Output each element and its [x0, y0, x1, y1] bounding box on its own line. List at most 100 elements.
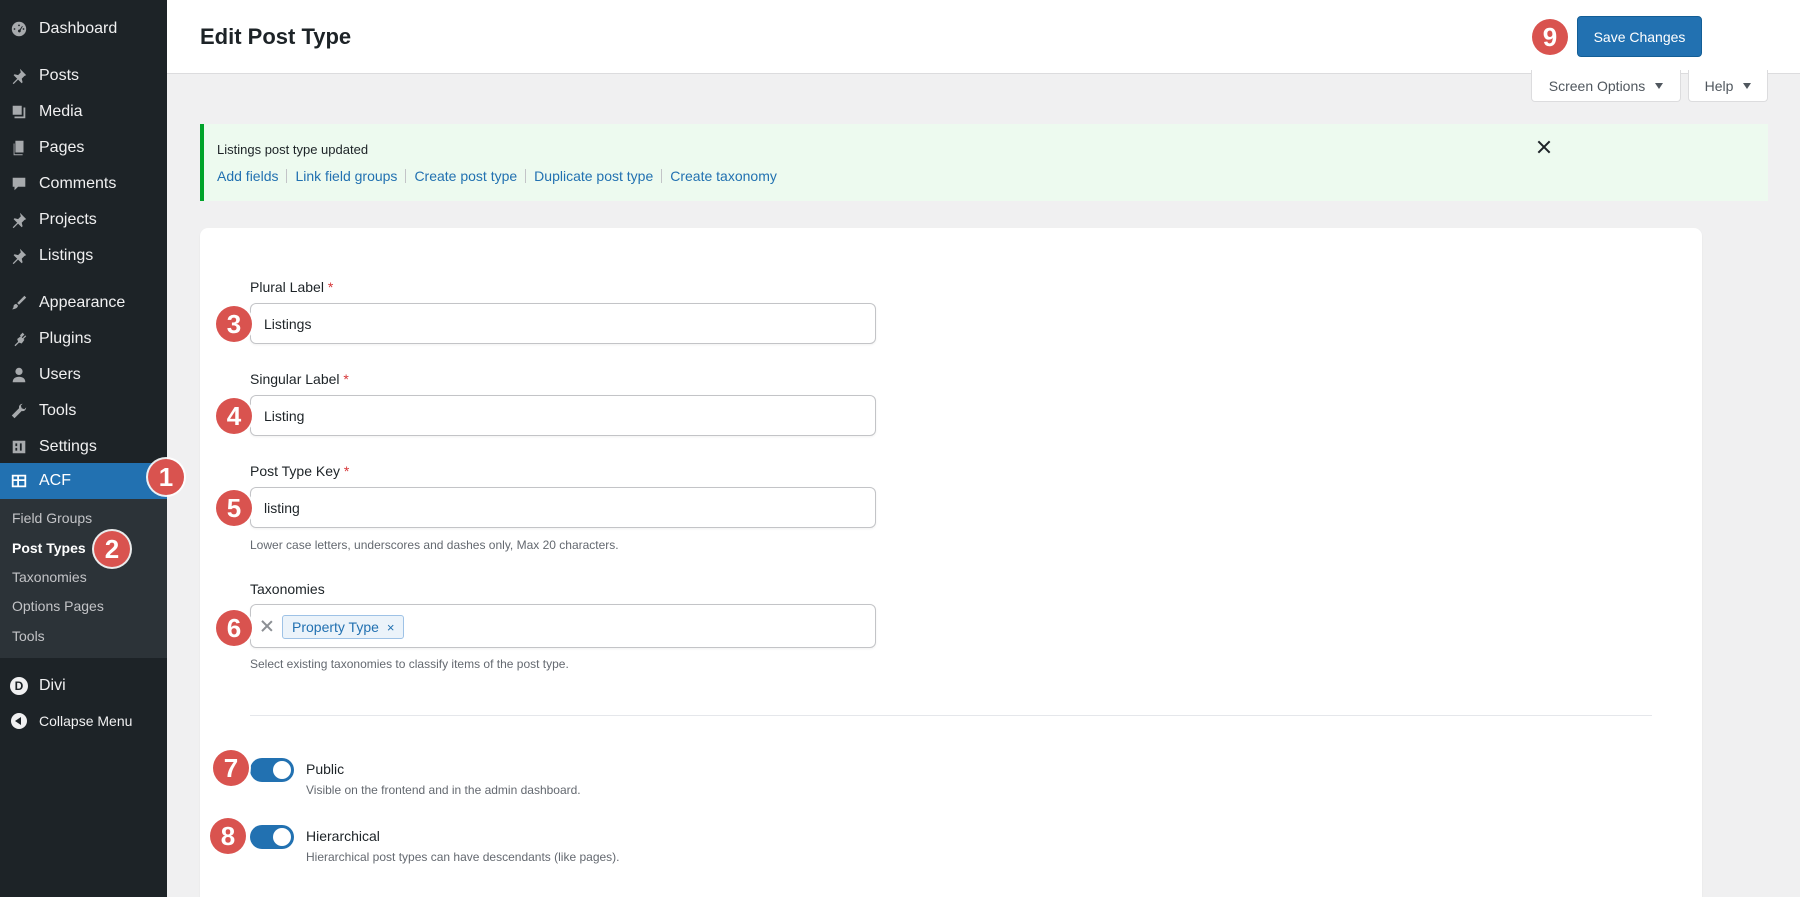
pages-icon: [9, 138, 29, 158]
sidebar-item-label: Projects: [39, 211, 97, 228]
link-field-groups-link[interactable]: Link field groups: [295, 168, 397, 184]
singular-label-input[interactable]: [250, 395, 876, 436]
sidebar-item-label: Plugins: [39, 330, 92, 347]
sidebar-item-label: Listings: [39, 247, 94, 264]
post-type-key-text: Post Type Key: [250, 463, 341, 479]
submenu-item-post-types[interactable]: Post Types: [12, 540, 86, 556]
sidebar-item-label: Media: [39, 103, 83, 120]
sidebar-item-comments[interactable]: Comments: [0, 166, 167, 202]
screen-options-button[interactable]: Screen Options: [1531, 70, 1681, 102]
annotation-badge: 1: [148, 459, 184, 495]
sidebar-item-dashboard[interactable]: Dashboard: [0, 11, 167, 47]
submenu-item-options-pages[interactable]: Options Pages: [12, 598, 104, 614]
help-button[interactable]: Help: [1688, 70, 1768, 102]
required-asterisk: *: [343, 371, 349, 387]
sidebar-item-label: Divi: [39, 677, 66, 694]
sidebar-item-projects[interactable]: Projects: [0, 202, 167, 238]
caret-down-icon: [1655, 82, 1664, 89]
annotation-badge: 5: [216, 490, 252, 526]
collapse-menu-label: Collapse Menu: [39, 713, 133, 729]
taxonomies-field-label: Taxonomies: [250, 581, 325, 597]
plural-label-input[interactable]: [250, 303, 876, 344]
sidebar-item-label: Dashboard: [39, 20, 118, 37]
taxonomies-help: Select existing taxonomies to classify i…: [250, 657, 569, 671]
annotation-badge: 2: [94, 531, 130, 567]
dashboard-icon: [9, 19, 29, 39]
caret-down-icon: [1743, 82, 1752, 89]
annotation-badge: 4: [216, 398, 252, 434]
annotation-badge: 6: [216, 610, 252, 646]
sidebar-item-posts[interactable]: Posts: [0, 58, 167, 94]
taxonomy-chip: Property Type ×: [282, 615, 404, 639]
public-toggle[interactable]: [250, 758, 294, 782]
duplicate-post-type-link[interactable]: Duplicate post type: [534, 168, 653, 184]
sidebar-item-pages[interactable]: Pages: [0, 130, 167, 166]
hierarchical-toggle-description: Hierarchical post types can have descend…: [306, 850, 620, 864]
sidebar-item-label: Users: [39, 366, 81, 383]
clear-selection-icon[interactable]: [261, 620, 273, 632]
sidebar-item-label: ACF: [39, 472, 71, 489]
sidebar-item-label: Tools: [39, 402, 77, 419]
submenu-item-field-groups[interactable]: Field Groups: [12, 510, 92, 526]
taxonomy-chip-label: Property Type: [292, 619, 379, 635]
screen-options-label: Screen Options: [1548, 77, 1646, 94]
link-separator: [286, 169, 288, 183]
sidebar-item-divi[interactable]: D Divi: [0, 668, 167, 704]
public-toggle-description: Visible on the frontend and in the admin…: [306, 783, 581, 797]
notice-links: Add fields Link field groups Create post…: [217, 168, 777, 184]
plural-label-text: Plural Label: [250, 279, 324, 295]
sidebar-item-media[interactable]: Media: [0, 94, 167, 130]
public-toggle-label: Public: [306, 761, 345, 777]
create-taxonomy-link[interactable]: Create taxonomy: [670, 168, 777, 184]
sidebar-item-label: Comments: [39, 175, 117, 192]
sidebar-item-plugins[interactable]: Plugins: [0, 321, 167, 357]
media-icon: [9, 102, 29, 122]
create-post-type-link[interactable]: Create post type: [414, 168, 517, 184]
help-label: Help: [1704, 77, 1734, 94]
brush-icon: [9, 293, 29, 313]
collapse-menu-button[interactable]: Collapse Menu: [0, 703, 167, 739]
required-asterisk: *: [327, 279, 334, 295]
acf-submenu: Field Groups Post Types Taxonomies Optio…: [0, 499, 167, 658]
add-fields-link[interactable]: Add fields: [217, 168, 278, 184]
plural-label-field-label: Plural Label *: [250, 279, 333, 295]
hierarchical-toggle-label: Hierarchical: [306, 828, 380, 844]
sidebar-item-label: Posts: [39, 67, 80, 84]
post-type-key-help: Lower case letters, underscores and dash…: [250, 538, 619, 552]
sidebar-item-appearance[interactable]: Appearance: [0, 285, 167, 321]
success-notice: Listings post type updated Add fields Li…: [200, 124, 1768, 201]
singular-label-field-label: Singular Label *: [250, 371, 349, 387]
notice-message: Listings post type updated: [217, 142, 369, 157]
link-separator: [661, 169, 663, 183]
dismiss-notice-close-icon[interactable]: [1537, 140, 1551, 154]
section-divider: [250, 715, 1652, 716]
taxonomies-select[interactable]: Property Type ×: [250, 604, 876, 648]
remove-chip-icon[interactable]: ×: [387, 620, 395, 635]
submenu-item-taxonomies[interactable]: Taxonomies: [12, 569, 87, 585]
sidebar-item-users[interactable]: Users: [0, 357, 167, 393]
submenu-item-tools[interactable]: Tools: [12, 628, 45, 644]
sidebar-item-label: Appearance: [39, 294, 126, 311]
annotation-badge: 9: [1532, 19, 1568, 55]
sidebar-item-tools[interactable]: Tools: [0, 393, 167, 429]
sidebar-item-settings[interactable]: Settings: [0, 429, 167, 465]
admin-sidebar: Dashboard Posts Media Pages Comments Pro…: [0, 0, 167, 897]
singular-label-text: Singular Label: [250, 371, 340, 387]
collapse-arrow-icon: [9, 711, 29, 731]
comment-icon: [9, 174, 29, 194]
divi-logo-icon: D: [9, 676, 29, 696]
plugin-icon: [9, 329, 29, 349]
required-asterisk: *: [343, 463, 350, 479]
annotation-badge: 3: [216, 306, 252, 342]
annotation-badge: 7: [213, 750, 249, 786]
sidebar-item-listings[interactable]: Listings: [0, 238, 167, 274]
post-type-key-input[interactable]: [250, 487, 876, 528]
link-separator: [405, 169, 407, 183]
sidebar-item-acf[interactable]: ACF: [0, 463, 167, 499]
save-changes-button[interactable]: Save Changes: [1577, 16, 1702, 57]
sidebar-item-label: Settings: [39, 438, 97, 455]
hierarchical-toggle[interactable]: [250, 825, 294, 849]
page-title: Edit Post Type: [200, 24, 352, 49]
pin-icon: [9, 210, 29, 230]
link-separator: [525, 169, 527, 183]
